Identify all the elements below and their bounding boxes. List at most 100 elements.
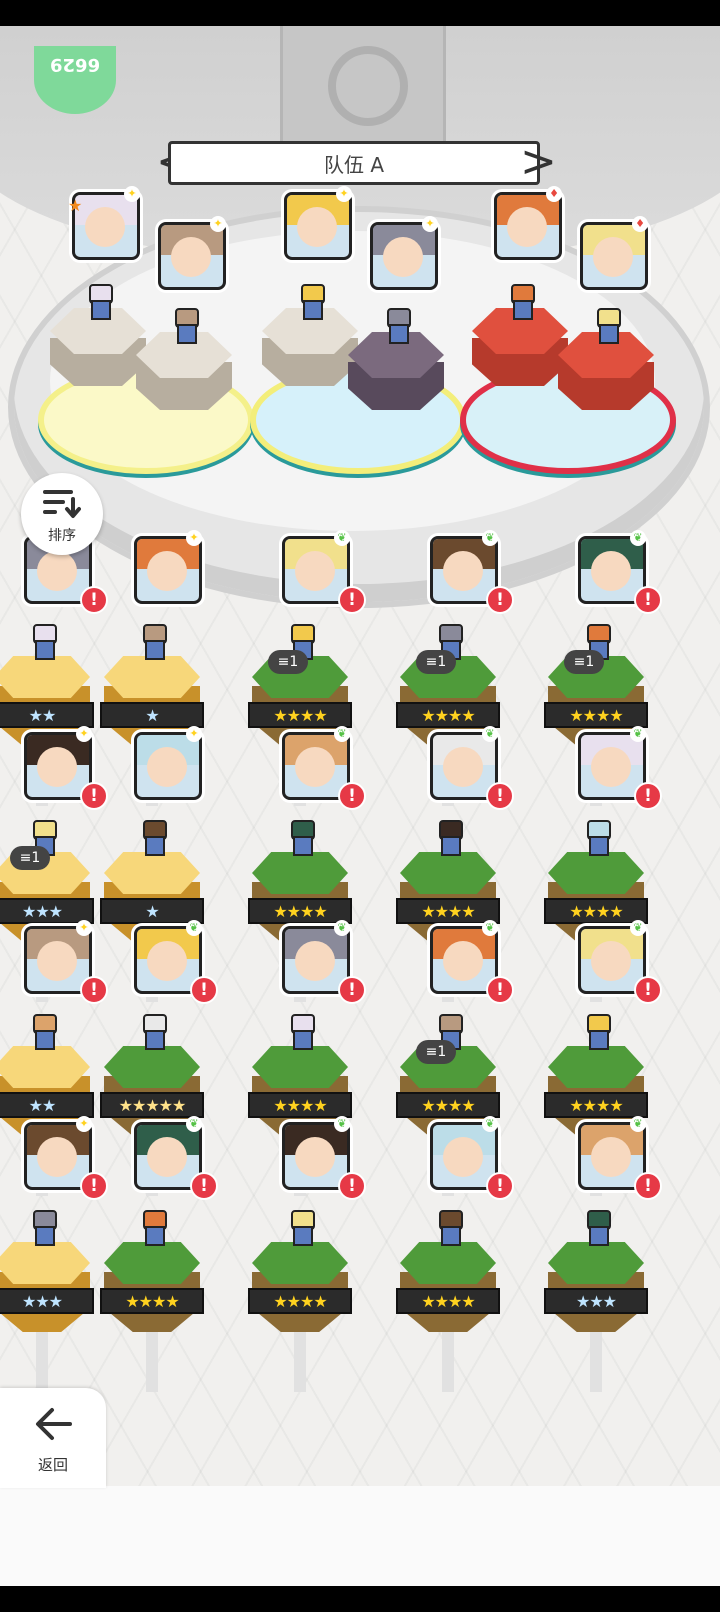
hero-face	[591, 551, 631, 591]
light-element-icon: ✦	[186, 530, 202, 546]
hero-face	[37, 747, 77, 787]
back-button[interactable]: 返回	[0, 1388, 106, 1488]
star-rating: ★★★★	[396, 1288, 500, 1314]
hero-portrait[interactable]	[134, 536, 202, 604]
hero-sprite	[28, 624, 58, 660]
nature-element-icon: ❦	[630, 920, 646, 936]
hero-sprite	[434, 1210, 464, 1246]
hero-face	[147, 551, 187, 591]
sprite-body	[145, 1030, 165, 1050]
sprite-body	[589, 1030, 609, 1050]
alert-badge: !	[80, 782, 108, 810]
hero-face	[295, 551, 335, 591]
nature-element-icon: ❦	[186, 1116, 202, 1132]
star-rating: ★★★★	[248, 898, 352, 924]
sort-button[interactable]: 排序	[21, 473, 103, 555]
alert-badge: !	[80, 976, 108, 1004]
duplicate-count-badge: ≡1	[10, 846, 50, 870]
sprite-body	[145, 640, 165, 660]
duplicate-count-badge: ≡1	[416, 1040, 456, 1064]
hero-sprite	[382, 308, 412, 344]
fire-element-icon: ♦	[632, 216, 648, 232]
hero-sprite	[286, 820, 316, 856]
tile-top	[104, 1242, 200, 1284]
hero-face	[37, 551, 77, 591]
tile-pole	[590, 1332, 602, 1392]
sprite-body	[441, 1226, 461, 1246]
hero-tile[interactable]: ★★★	[0, 1242, 94, 1392]
hero-portrait[interactable]	[370, 222, 438, 290]
nature-element-icon: ❦	[334, 530, 350, 546]
alert-badge: !	[634, 782, 662, 810]
star-rating: ★★	[0, 1092, 94, 1118]
hero-sprite	[506, 284, 536, 320]
alert-badge: !	[338, 586, 366, 614]
star-rating: ★★★★	[544, 702, 648, 728]
alert-badge: !	[80, 1172, 108, 1200]
alert-badge: !	[486, 586, 514, 614]
footer-bar	[0, 1486, 720, 1586]
tile-pole	[442, 1332, 454, 1392]
hero-tile[interactable]: ★★★★	[100, 1242, 204, 1392]
hero-tile[interactable]: ★★★★	[248, 1242, 352, 1392]
nature-element-icon: ❦	[482, 920, 498, 936]
hero-sprite	[286, 1210, 316, 1246]
hero-sprite	[582, 1014, 612, 1050]
star-rating: ★★★★	[248, 1092, 352, 1118]
hero-face	[443, 747, 483, 787]
nature-element-icon: ❦	[186, 920, 202, 936]
hero-face	[171, 237, 211, 277]
team-name-banner[interactable]: 队伍 A	[168, 141, 540, 185]
hero-sprite	[286, 1014, 316, 1050]
star-rating: ★★★★	[544, 1092, 648, 1118]
hero-portrait[interactable]	[580, 222, 648, 290]
alert-badge: !	[190, 1172, 218, 1200]
sprite-body	[91, 300, 111, 320]
light-element-icon: ✦	[76, 726, 92, 742]
tile-top	[0, 1242, 90, 1284]
hero-sprite	[138, 1210, 168, 1246]
star-rating: ★★	[0, 702, 94, 728]
star-rating: ★	[100, 898, 204, 924]
next-team-button[interactable]: >	[520, 138, 557, 188]
tile-top	[0, 1046, 90, 1088]
status-bar	[0, 0, 720, 26]
tile-top	[104, 656, 200, 698]
sprite-body	[293, 836, 313, 856]
hero-portrait[interactable]	[158, 222, 226, 290]
hero-tile[interactable]: ★★★	[544, 1242, 648, 1392]
hero-sprite	[138, 624, 168, 660]
sprite-body	[293, 1030, 313, 1050]
hero-portrait[interactable]	[494, 192, 562, 260]
tile-pole	[36, 1332, 48, 1392]
hero-face	[295, 1137, 335, 1177]
star-rating: ★★★	[0, 1288, 94, 1314]
hero-face	[443, 941, 483, 981]
tile-top	[0, 656, 90, 698]
tile-top	[548, 1046, 644, 1088]
hero-face	[147, 747, 187, 787]
hero-face	[147, 1137, 187, 1177]
light-element-icon: ✦	[124, 186, 140, 202]
hero-tile[interactable]: ★★★★	[396, 1242, 500, 1392]
hero-face	[37, 1137, 77, 1177]
nature-element-icon: ❦	[482, 530, 498, 546]
hero-portrait[interactable]	[134, 732, 202, 800]
tile-top	[104, 852, 200, 894]
sprite-body	[599, 324, 619, 344]
hero-sprite	[592, 308, 622, 344]
team-name: 队伍 A	[323, 152, 385, 177]
currency-badge: 6629	[34, 46, 116, 114]
tile-top	[400, 1242, 496, 1284]
hero-portrait[interactable]	[284, 192, 352, 260]
alert-badge: !	[80, 586, 108, 614]
alert-badge: !	[338, 976, 366, 1004]
hero-face	[507, 207, 547, 247]
fire-element-icon: ♦	[546, 186, 562, 202]
back-label: 返回	[37, 1456, 68, 1474]
alert-badge: !	[634, 976, 662, 1004]
navigation-bar	[0, 1586, 720, 1612]
alert-badge: !	[634, 586, 662, 614]
star-rating: ★★★★	[248, 1288, 352, 1314]
light-element-icon: ✦	[210, 216, 226, 232]
